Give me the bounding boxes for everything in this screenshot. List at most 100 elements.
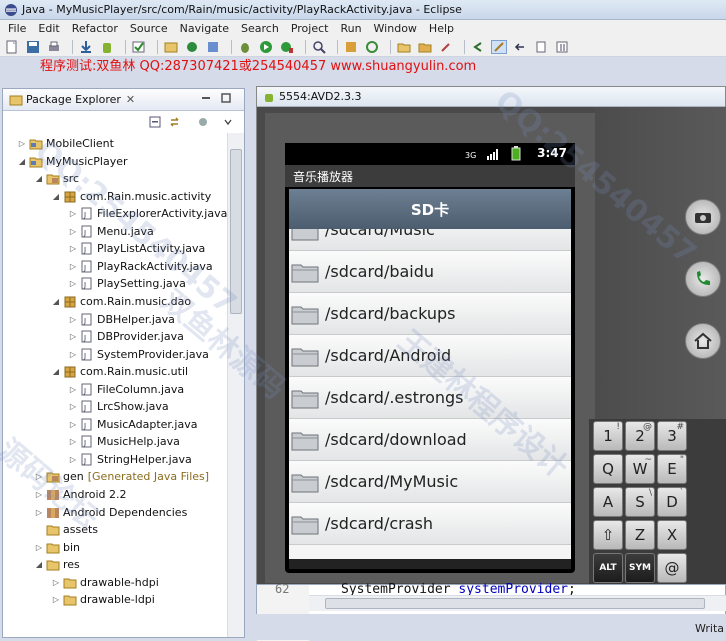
print-icon[interactable] [46,40,62,54]
collapsed-arrow-icon[interactable]: ▷ [68,262,78,271]
collapsed-arrow-icon[interactable]: ▷ [34,472,44,481]
tree-item[interactable]: ▷ J DBProvider.java [68,328,184,345]
keyboard-key[interactable]: ⇧ [593,520,623,550]
collapsed-arrow-icon[interactable]: ▷ [68,437,78,446]
sd-card-folder-item[interactable]: /sdcard/Android [289,335,571,377]
android-sdk-icon[interactable] [99,40,115,54]
tree-item[interactable]: ▷ J FileColumn.java [68,381,184,398]
collapsed-arrow-icon[interactable]: ▷ [68,420,78,429]
tree-item[interactable]: ◢ MyMusicPlayer [17,153,128,170]
link-with-editor-icon[interactable] [169,116,183,128]
expanded-arrow-icon[interactable]: ◢ [51,297,61,306]
tree-item[interactable]: ▷ J PlaySetting.java [68,275,186,292]
horizontal-scrollbar[interactable] [309,595,726,611]
menu-search[interactable]: Search [235,22,285,35]
collapsed-arrow-icon[interactable]: ▷ [68,350,78,359]
collapsed-arrow-icon[interactable]: ▷ [34,508,44,517]
menu-run[interactable]: Run [334,22,367,35]
tree-item[interactable]: ▷ J MusicHelp.java [68,433,180,450]
keyboard-key[interactable]: Q [593,454,623,484]
collapsed-arrow-icon[interactable]: ▷ [17,139,27,148]
keyboard-key[interactable]: 2 @ [625,421,655,451]
sd-card-folder-item[interactable]: /sdcard/MyMusic [289,461,571,503]
run-icon[interactable] [258,40,274,54]
keyboard-key[interactable]: E " [657,454,687,484]
tree-item[interactable]: ▷ J SystemProvider.java [68,346,209,363]
download-icon[interactable] [78,40,94,54]
sd-card-folder-item[interactable]: /sdcard/download [289,419,571,461]
collapsed-arrow-icon[interactable]: ▷ [68,279,78,288]
expanded-arrow-icon[interactable]: ◢ [34,174,44,183]
camera-button[interactable] [685,199,721,235]
collapsed-arrow-icon[interactable]: ▷ [34,543,44,552]
keyboard-key[interactable]: ALT [593,553,623,583]
expanded-arrow-icon[interactable]: ◢ [34,560,44,569]
menu-edit[interactable]: Edit [32,22,65,35]
keyboard-key[interactable]: W ~ [625,454,655,484]
collapsed-arrow-icon[interactable]: ▷ [68,385,78,394]
tree-item[interactable]: ◢ com.Rain.music.dao [51,293,191,310]
view-menu-icon[interactable] [197,116,209,128]
collapsed-arrow-icon[interactable]: ▷ [68,315,78,324]
save-icon[interactable] [25,40,41,54]
prev-annotation-icon[interactable] [470,40,486,54]
minimize-icon[interactable] [201,93,211,103]
menu-refactor[interactable]: Refactor [66,22,124,35]
menu-project[interactable]: Project [285,22,335,35]
package-explorer-tab[interactable]: Package Explorer ✕ [3,89,244,111]
tree-item[interactable]: ▷ J LrcShow.java [68,398,169,415]
new-package-icon[interactable] [163,40,179,54]
tree-item[interactable]: ◢ res [34,556,80,573]
tree-item[interactable]: ▷ J DBHelper.java [68,311,175,328]
collapsed-arrow-icon[interactable]: ▷ [68,209,78,218]
menu-window[interactable]: Window [368,22,423,35]
vertical-scrollbar[interactable] [227,133,244,637]
expanded-arrow-icon[interactable]: ◢ [51,367,61,376]
forward-icon[interactable] [533,40,549,54]
collapsed-arrow-icon[interactable]: ▷ [68,227,78,236]
sd-card-folder-item[interactable]: /sdcard/backups [289,293,571,335]
tree-item[interactable]: ▷ J Menu.java [68,223,154,240]
tree-item[interactable]: ▷ drawable-hdpi [51,574,159,591]
refresh-icon[interactable] [364,40,380,54]
back-icon[interactable] [512,40,528,54]
collapsed-arrow-icon[interactable]: ▷ [68,455,78,464]
tree-item[interactable]: ▷ bin [34,539,80,556]
collapsed-arrow-icon[interactable]: ▷ [68,332,78,341]
expanded-arrow-icon[interactable]: ◢ [17,157,27,166]
menu-source[interactable]: Source [124,22,174,35]
home-button[interactable] [685,323,721,359]
open-type-icon[interactable] [343,40,359,54]
close-icon[interactable]: ✕ [126,93,135,106]
search-icon[interactable] [311,40,327,54]
menu-file[interactable]: File [2,22,32,35]
keyboard-key[interactable]: 3 # [657,421,687,451]
keyboard-key[interactable]: SYM [625,553,655,583]
tree-item[interactable]: ▷ J PlayRackActivity.java [68,258,213,275]
tree-item[interactable]: ▷ MobileClient [17,135,114,152]
tree-item[interactable]: ▷ J StringHelper.java [68,451,192,468]
collapsed-arrow-icon[interactable]: ▷ [68,244,78,253]
sd-card-folder-item[interactable]: /sdcard/crash [289,503,571,545]
tree-item[interactable]: ▷ J FileExplorerActivity.java [68,205,227,222]
call-button[interactable] [685,261,721,297]
keyboard-key[interactable]: 1! [593,421,623,451]
expanded-arrow-icon[interactable]: ◢ [51,192,61,201]
open-file-icon[interactable] [417,40,433,54]
new-interface-icon[interactable] [205,40,221,54]
keyboard-key[interactable]: X [657,520,687,550]
debug-icon[interactable] [237,40,253,54]
sd-card-folder-item[interactable]: /sdcard/baidu [289,251,571,293]
new-class-icon[interactable] [184,40,200,54]
collapse-all-icon[interactable] [149,116,161,128]
collapsed-arrow-icon[interactable]: ▷ [68,402,78,411]
tree-item[interactable]: ▷ Android 2.2 [34,486,127,503]
menu-navigate[interactable]: Navigate [174,22,235,35]
keyboard-key[interactable]: S \ [625,487,655,517]
scrollbar-thumb[interactable] [230,149,242,314]
tree-item[interactable]: ▷ J MusicAdapter.java [68,416,198,433]
keyboard-key[interactable]: @ [657,553,687,583]
new-icon[interactable] [4,40,20,54]
pilcrow-icon[interactable] [554,40,570,54]
collapsed-arrow-icon[interactable]: ▷ [34,490,44,499]
